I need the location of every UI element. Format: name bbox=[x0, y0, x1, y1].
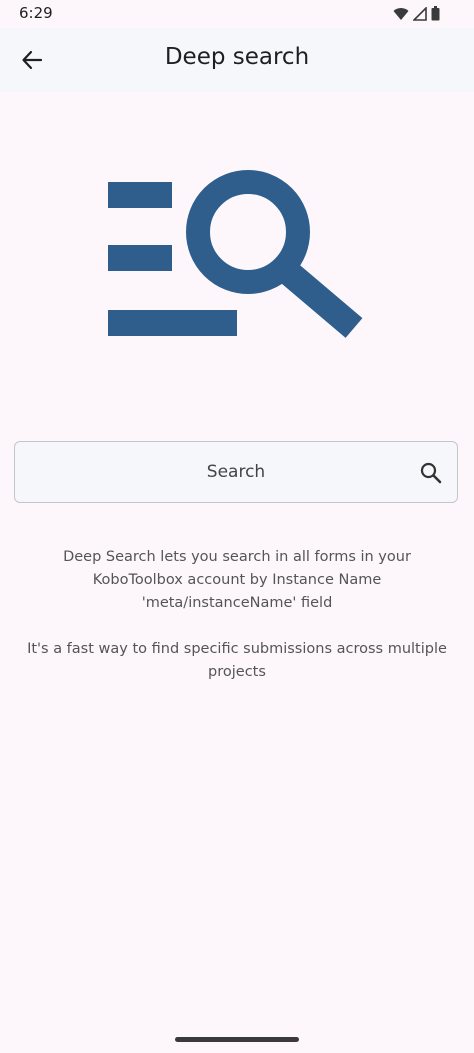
illustration-line-1 bbox=[108, 182, 172, 208]
status-icons bbox=[393, 6, 440, 21]
status-bar: 6:29 bbox=[0, 0, 474, 28]
illustration-magnifier-handle bbox=[279, 262, 363, 338]
battery-icon bbox=[431, 6, 440, 21]
page-title: Deep search bbox=[164, 44, 310, 70]
search-icon[interactable] bbox=[419, 461, 443, 485]
wifi-icon bbox=[393, 7, 409, 20]
deep-search-illustration bbox=[108, 170, 363, 338]
cellular-signal-icon bbox=[413, 6, 427, 21]
deep-search-input[interactable]: Search bbox=[14, 441, 458, 503]
search-placeholder: Search bbox=[206, 462, 266, 482]
app-bar: Deep search bbox=[0, 28, 474, 92]
description-text-1: Deep Search lets you search in all forms… bbox=[63, 549, 411, 611]
home-indicator[interactable] bbox=[175, 1037, 299, 1042]
illustration-magnifier-lens bbox=[186, 170, 310, 294]
status-time: 6:29 bbox=[19, 4, 53, 22]
description-text-2: It's a fast way to find specific submiss… bbox=[27, 641, 447, 680]
illustration-line-2 bbox=[108, 245, 172, 271]
illustration-line-3 bbox=[108, 310, 237, 336]
description: Deep Search lets you search in all forms… bbox=[20, 546, 454, 707]
